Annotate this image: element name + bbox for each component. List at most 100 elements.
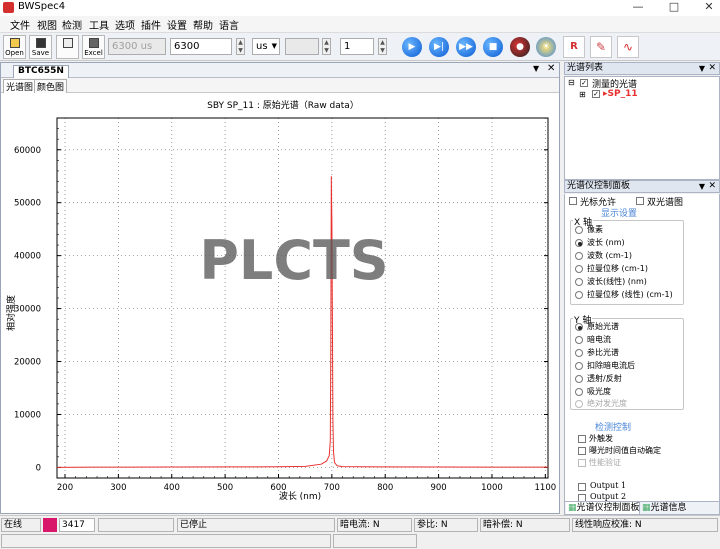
xaxis-radio-raman-linear[interactable] xyxy=(575,291,583,299)
x-tick-label: 1000 xyxy=(481,483,503,493)
collapse-icon[interactable]: ⊟ xyxy=(568,78,575,87)
record-icon: ● xyxy=(516,42,524,52)
xaxis-option-label: 拉曼位移 (cm-1) xyxy=(587,264,648,273)
external-trigger-checkbox[interactable] xyxy=(578,435,586,443)
yaxis-radio-dark-subtracted[interactable] xyxy=(575,362,583,370)
pin-icon[interactable]: ▼ xyxy=(699,181,705,192)
root-checkbox[interactable]: ✓ xyxy=(580,79,588,87)
yaxis-radio-dark[interactable] xyxy=(575,336,583,344)
excel-button[interactable]: Excel xyxy=(82,35,105,59)
tab-color[interactable]: 颜色图 xyxy=(34,79,68,93)
watermark: PLCTS xyxy=(199,229,388,292)
close-tab-icon[interactable]: ✕ xyxy=(547,63,555,74)
fast-forward-button[interactable]: ▶▶ xyxy=(456,37,476,57)
xaxis-radio-pixel[interactable] xyxy=(575,226,583,234)
detect-option-label: 曝光时间值自动确定 xyxy=(589,446,661,455)
minimize-icon[interactable]: — xyxy=(626,0,650,16)
cursor-checkbox[interactable] xyxy=(569,197,577,205)
integration-time-stepper[interactable]: ▲ ▼ xyxy=(236,38,245,55)
yaxis-radio-transmission[interactable] xyxy=(575,375,583,383)
title-bar: BWSpec4 — □ ✕ xyxy=(0,0,720,16)
control-panel-header: 光谱仪控制面板 ▼ ✕ xyxy=(564,180,720,193)
dual-chart-checkbox[interactable] xyxy=(636,197,644,205)
play-icon: ▶ xyxy=(408,42,416,52)
integration-time-input[interactable]: 6300 xyxy=(170,38,232,55)
x-tick-label: 700 xyxy=(324,483,340,493)
menu-language[interactable]: 语言 xyxy=(219,17,239,32)
x-tick-label: 800 xyxy=(377,483,393,493)
output2-label: Output 2 xyxy=(590,492,627,501)
disabled-input xyxy=(285,38,319,55)
menu-options[interactable]: 选项 xyxy=(115,17,135,32)
output1-checkbox[interactable] xyxy=(578,483,586,491)
wave-icon: ∿ xyxy=(622,40,634,54)
unit-select[interactable]: us ▼ xyxy=(252,38,280,55)
menu-plugins[interactable]: 插件 xyxy=(141,17,161,32)
menu-help[interactable]: 帮助 xyxy=(193,17,213,32)
online-status: 在线 xyxy=(1,518,41,532)
menu-settings[interactable]: 设置 xyxy=(167,17,187,32)
chart-series xyxy=(56,176,548,468)
xaxis-radio-wavelength[interactable] xyxy=(575,239,583,247)
run-state: 已停止 xyxy=(177,518,335,532)
tab-btc655n[interactable]: BTC655N xyxy=(13,65,69,78)
yaxis-option-label: 暗电流 xyxy=(587,335,611,344)
chevron-down-icon[interactable]: ▼ xyxy=(533,64,539,73)
yaxis-radio-reference[interactable] xyxy=(575,349,583,357)
eraser-button[interactable]: ✎ xyxy=(590,36,612,58)
detect-option-label: 性能验证 xyxy=(589,458,621,467)
print-button[interactable] xyxy=(56,35,79,59)
spectrum-button[interactable]: ∿ xyxy=(617,36,639,58)
record-button[interactable]: ● xyxy=(510,37,530,57)
play-continuous-button[interactable]: ▶| xyxy=(429,37,449,57)
menu-view[interactable]: 视图 xyxy=(37,17,57,32)
spectrum-line xyxy=(56,176,548,468)
save-button[interactable]: Save xyxy=(29,35,52,59)
status-indicator xyxy=(43,518,57,532)
xaxis-radio-raman-shift[interactable] xyxy=(575,265,583,273)
detect-control-header[interactable]: 检测控制 xyxy=(595,420,631,433)
sun-icon: ☀ xyxy=(541,42,551,52)
y-tick-label: 0 xyxy=(36,463,41,473)
yaxis-radio-raw[interactable] xyxy=(575,323,583,331)
average-count-input[interactable]: 1 xyxy=(340,38,374,55)
maximize-icon[interactable]: □ xyxy=(662,0,686,16)
tab-spectrum[interactable]: 光谱图 xyxy=(3,79,37,93)
menu-tools[interactable]: 工具 xyxy=(89,17,109,32)
yaxis-option-label: 透射/反射 xyxy=(587,374,622,383)
reference-status: 参比: N xyxy=(414,518,478,532)
stop-button[interactable]: ■ xyxy=(483,37,503,57)
close-icon[interactable]: ✕ xyxy=(708,181,716,192)
average-count-stepper[interactable]: ▲ ▼ xyxy=(378,38,387,55)
xaxis-option-label: 波数 (cm-1) xyxy=(587,251,632,260)
reference-button[interactable]: R xyxy=(563,36,585,58)
open-button[interactable]: Open xyxy=(3,35,26,59)
play-single-button[interactable]: ▶ xyxy=(402,37,422,57)
xaxis-radio-wavelength-linear[interactable] xyxy=(575,278,583,286)
pin-icon[interactable]: ▼ xyxy=(699,63,705,74)
menu-detect[interactable]: 检测 xyxy=(62,17,82,32)
spectrum-chart[interactable]: SBY SP_11 : 原始光谱（Raw data） 200 300 400 500 6… xyxy=(2,93,558,512)
item-checkbox[interactable]: ✓ xyxy=(592,90,600,98)
close-icon[interactable]: ✕ xyxy=(708,63,716,74)
spectrum-item-sp11[interactable]: ▸SP_11 xyxy=(603,89,638,99)
close-icon[interactable]: ✕ xyxy=(697,0,720,16)
spectrum-list: ⊟ ✓ 测量的光谱 ⊞ ✓ ▸SP_11 xyxy=(564,76,720,180)
panel-tab-bar: ▦光谱仪控制面板 ▦光谱信息 xyxy=(564,501,720,515)
dual-chart-label: 双光谱图 xyxy=(647,198,684,208)
display-settings-header[interactable]: 显示设置 xyxy=(601,206,637,219)
tab-control-panel[interactable]: ▦光谱仪控制面板 xyxy=(566,502,640,514)
light-button[interactable]: ☀ xyxy=(536,37,556,57)
expand-icon[interactable]: ⊞ xyxy=(579,90,586,99)
xaxis-option-label: 波长(线性) (nm) xyxy=(587,277,647,286)
xaxis-radio-wavenumber[interactable] xyxy=(575,252,583,260)
status-cell xyxy=(1,534,331,548)
tab-spectrum-info[interactable]: ▦光谱信息 xyxy=(642,502,687,514)
disk-icon xyxy=(36,38,46,48)
menu-file[interactable]: 文件 xyxy=(10,17,30,32)
grid-icon: ▦ xyxy=(568,503,577,513)
yaxis-radio-absorbance[interactable] xyxy=(575,388,583,396)
printer-icon xyxy=(63,38,73,48)
auto-exposure-checkbox[interactable] xyxy=(578,447,586,455)
output1-label: Output 1 xyxy=(590,481,627,490)
